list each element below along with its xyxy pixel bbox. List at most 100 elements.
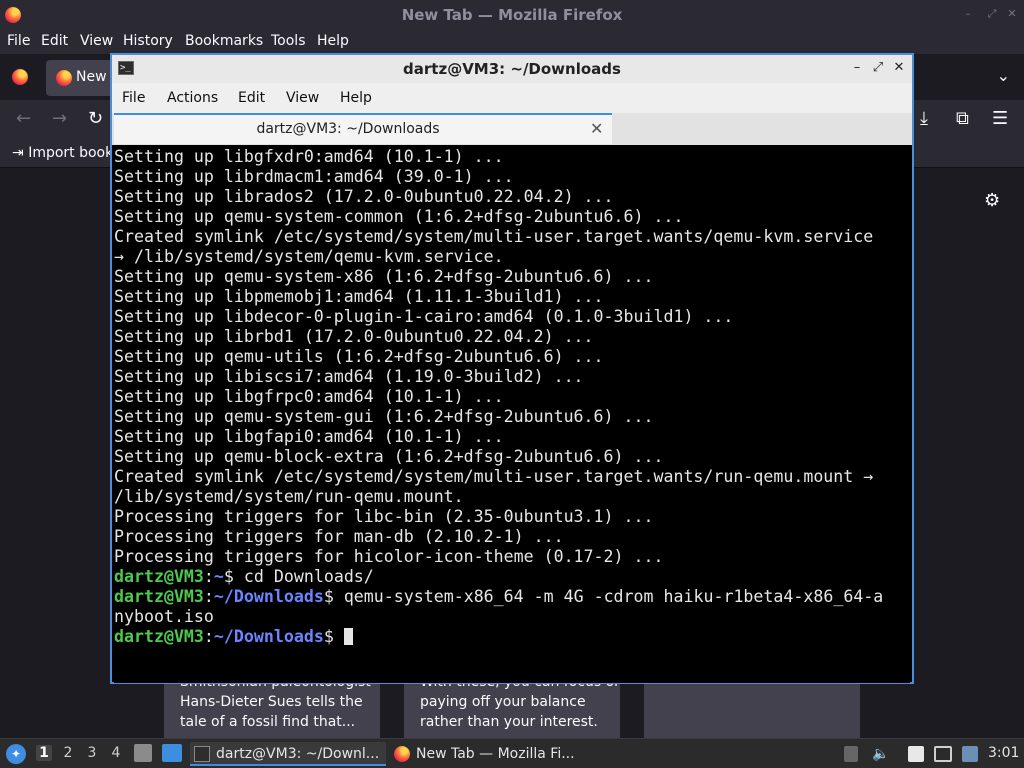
gear-icon[interactable]: ⚙ (984, 190, 1000, 211)
firefox-window-title: New Tab — Mozilla Firefox (401, 6, 623, 24)
lock-icon[interactable] (844, 746, 858, 762)
terminal-line: Setting up qemu-system-common (1:6.2+dfs… (114, 207, 684, 226)
workspace-1[interactable]: 1 (36, 745, 52, 761)
terminal-line: nyboot.iso (114, 607, 214, 626)
prompt-command: qemu-system-x86_64 -m 4G -cdrom haiku-r1… (333, 587, 884, 606)
import-bookmarks-label: Import book (28, 145, 114, 161)
prompt-user: dartz@VM3 (114, 627, 204, 646)
minimize-icon[interactable]: – (849, 60, 865, 76)
prompt-user: dartz@VM3 (114, 587, 204, 606)
terminal-line: Setting up libgfxdr0:amd64 (10.1-1) ... (114, 147, 504, 166)
terminal-line: Processing triggers for libc-bin (2.35-0… (114, 507, 654, 526)
prompt-command: cd Downloads/ (233, 567, 374, 586)
taskbar-app-terminal[interactable]: dartz@VM3: ~/Downl... (190, 742, 386, 766)
terminal-line: Setting up libgfapi0:amd64 (10.1-1) ... (114, 427, 504, 446)
terminal-prompt-line[interactable]: dartz@VM3:~/Downloads$ (114, 627, 353, 647)
taskbar-app-label: New Tab — Mozilla Fi... (416, 746, 575, 762)
terminal-titlebar[interactable]: >_ dartz@VM3: ~/Downloads – ⤢ ✕ (112, 55, 912, 83)
firefox-menu-help[interactable]: Help (317, 33, 349, 49)
terminal-menu-help[interactable]: Help (340, 90, 372, 106)
terminal-menubar: File Actions Edit View Help (112, 83, 912, 113)
firefox-tab-label: New (76, 69, 107, 85)
prompt-colon: : (203, 567, 214, 586)
back-arrow-icon[interactable]: ← (16, 108, 31, 130)
terminal-line: Created symlink /etc/systemd/system/mult… (114, 467, 874, 486)
story-card[interactable] (644, 682, 860, 738)
prompt-path: ~ (213, 567, 224, 586)
start-menu-icon[interactable]: ✦ (6, 744, 26, 764)
firefox-menu-tools[interactable]: Tools (271, 33, 306, 49)
story-card-line: Hans-Dieter Sues tells the (180, 694, 363, 710)
firefox-view-icon[interactable] (12, 69, 28, 85)
terminal-menu-file[interactable]: File (122, 90, 145, 106)
maximize-icon[interactable]: ⤢ (986, 8, 998, 20)
reload-icon[interactable]: ↻ (88, 108, 103, 130)
terminal-output[interactable]: Setting up libgfxdr0:amd64 (10.1-1) ... … (114, 147, 910, 683)
firefox-menu-file[interactable]: File (7, 33, 30, 49)
taskbar-app-label: dartz@VM3: ~/Downl... (216, 746, 380, 762)
workspace-2[interactable]: 2 (60, 745, 76, 761)
terminal-line: Setting up libdecor-0-plugin-1-cairo:amd… (114, 307, 734, 326)
terminal-line: Setting up libiscsi7:amd64 (1.19.0-3buil… (114, 367, 584, 386)
firefox-menu-edit[interactable]: Edit (41, 33, 68, 49)
terminal-cursor (343, 628, 353, 645)
minimize-icon[interactable]: – (962, 8, 974, 20)
terminal-prompt-line: dartz@VM3:~$ cd Downloads/ (114, 567, 374, 587)
file-manager-icon[interactable] (134, 744, 152, 762)
clock[interactable]: 3:01 (988, 745, 1019, 761)
story-card-line: rather than your interest. (420, 714, 598, 730)
prompt-colon: : (203, 627, 214, 646)
story-card[interactable]: Smithsonian paleontologist Hans-Dieter S… (164, 682, 380, 738)
prompt-path: ~/Downloads (213, 627, 324, 646)
firefox-menubar: File Edit View History Bookmarks Tools H… (0, 30, 1024, 54)
taskbar-app-firefox[interactable]: New Tab — Mozilla Fi... (390, 742, 586, 766)
firefox-menu-history[interactable]: History (123, 33, 173, 49)
prompt-symbol: $ (323, 627, 334, 646)
taskbar: ✦ 1 2 3 4 dartz@VM3: ~/Downl... New Tab … (0, 738, 1024, 768)
chevron-down-icon[interactable]: ⌄ (997, 66, 1010, 85)
close-icon[interactable]: ✕ (1006, 8, 1018, 20)
terminal-line: Setting up libgfrpc0:amd64 (10.1-1) ... (114, 387, 504, 406)
prompt-path: ~/Downloads (213, 587, 324, 606)
terminal-menu-view[interactable]: View (286, 90, 319, 106)
terminal-tab-label: dartz@VM3: ~/Downloads (256, 121, 440, 137)
terminal-line: Processing triggers for hicolor-icon-the… (114, 547, 664, 566)
terminal-icon (194, 746, 210, 762)
network-icon[interactable] (934, 746, 952, 762)
desktop-icon[interactable] (162, 744, 182, 762)
terminal-tab[interactable]: dartz@VM3: ~/Downloads ✕ (114, 113, 612, 144)
volume-icon[interactable]: 🔈 (872, 746, 889, 762)
terminal-line: Setting up librdmacm1:amd64 (39.0-1) ... (114, 167, 514, 186)
forward-arrow-icon[interactable]: → (52, 108, 67, 130)
terminal-line: Setting up qemu-system-gui (1:6.2+dfsg-2… (114, 407, 654, 426)
hamburger-menu-icon[interactable]: ☰ (992, 108, 1008, 130)
terminal-line: Setting up libpmemobj1:amd64 (1.11.1-3bu… (114, 287, 604, 306)
terminal-window[interactable]: >_ dartz@VM3: ~/Downloads – ⤢ ✕ File Act… (110, 53, 914, 684)
prompt-symbol: $ (323, 587, 334, 606)
terminal-menu-edit[interactable]: Edit (238, 90, 265, 106)
clipboard-icon[interactable] (908, 746, 924, 762)
terminal-menu-actions[interactable]: Actions (167, 90, 218, 106)
terminal-line: → /lib/systemd/system/qemu-kvm.service. (114, 247, 504, 266)
firefox-titlebar: New Tab — Mozilla Firefox – ⤢ ✕ (0, 0, 1024, 30)
story-card[interactable]: With these, you can focus on paying off … (404, 682, 620, 738)
terminal-line: Setting up qemu-utils (1:6.2+dfsg-2ubunt… (114, 347, 604, 366)
firefox-menu-bookmarks[interactable]: Bookmarks (185, 33, 263, 49)
close-icon[interactable]: ✕ (891, 60, 907, 76)
notification-icon[interactable] (962, 746, 978, 762)
close-icon[interactable]: ✕ (590, 119, 603, 138)
story-card-line: tale of a fossil find that... (180, 714, 356, 730)
terminal-line: Created symlink /etc/systemd/system/mult… (114, 227, 874, 246)
workspace-3[interactable]: 3 (84, 745, 100, 761)
download-icon[interactable]: ⤓ (920, 108, 928, 130)
extensions-icon[interactable]: ⧉ (956, 108, 969, 130)
maximize-icon[interactable]: ⤢ (870, 60, 886, 76)
import-bookmarks-button[interactable]: ⇥ Import book (12, 145, 113, 161)
prompt-symbol: $ (223, 567, 234, 586)
terminal-line: Setting up qemu-system-x86 (1:6.2+dfsg-2… (114, 267, 654, 286)
firefox-tab-favicon-icon (56, 70, 72, 86)
firefox-logo-icon (394, 746, 410, 762)
workspace-4[interactable]: 4 (108, 745, 124, 761)
firefox-menu-view[interactable]: View (80, 33, 113, 49)
terminal-line: /lib/systemd/system/run-qemu.mount. (114, 487, 464, 506)
